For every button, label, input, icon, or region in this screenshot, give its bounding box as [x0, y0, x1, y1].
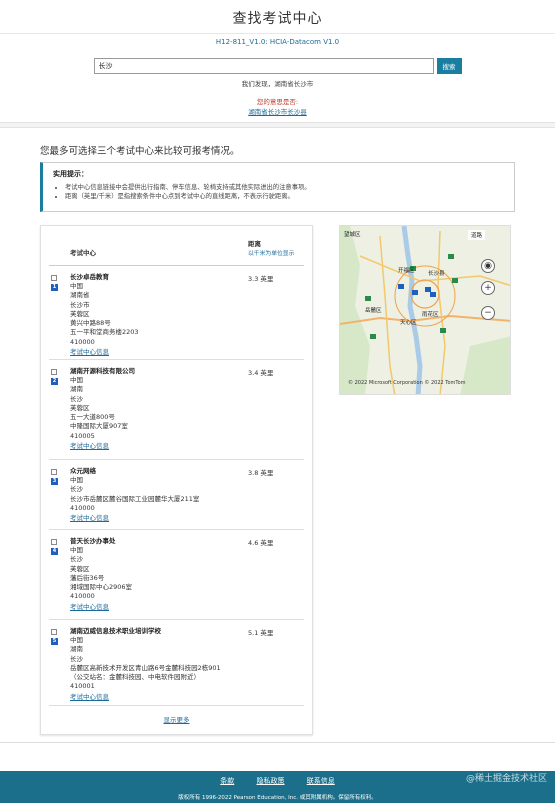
- address-line: 湘域国际中心2906室: [70, 583, 133, 592]
- center-distance: 3.3 英里: [248, 275, 274, 283]
- address-line: 长沙市岳麓区麓谷国际工业园麓华大厦211室: [70, 494, 200, 503]
- address-line: 长沙市: [70, 300, 90, 309]
- address-line: （公交站名：金麓科技园、中电软件园附近）: [70, 673, 200, 682]
- address-line: 湖南: [70, 645, 83, 654]
- page-header: 查找考试中心: [0, 0, 555, 34]
- address-line: 410001: [70, 682, 95, 691]
- address-line: 长沙: [70, 654, 83, 663]
- center-info-link[interactable]: 考试中心信息: [70, 692, 242, 702]
- address-line: 湖南: [70, 385, 83, 394]
- address-line: 长沙: [70, 555, 83, 564]
- center-row: 5 湖南迈威信息技术职业培训学校 中国 湖南 长沙 岳麓区高新技术开发区青山路6…: [49, 620, 304, 706]
- center-info-link[interactable]: 考试中心信息: [70, 513, 242, 523]
- detected-location: 我们发现，湖南省长沙市: [241, 80, 314, 88]
- footer-link-contact[interactable]: 联系信息: [307, 777, 335, 785]
- search-input[interactable]: [93, 58, 434, 74]
- footer-link-terms[interactable]: 条款: [220, 777, 234, 785]
- zoom-out-button[interactable]: −: [481, 306, 495, 320]
- map-marker-icon: 3: [51, 478, 58, 485]
- compare-checkbox[interactable]: [51, 369, 57, 375]
- address-line: 岳麓区高新技术开发区青山路6号金麓科技园2栋901: [70, 663, 221, 672]
- map-copyright: © 2022 Microsoft Corporation © 2022 TomT…: [348, 380, 466, 386]
- address-line: 410005: [70, 431, 95, 440]
- address-line: 芙蓉区: [70, 309, 90, 318]
- compare-checkbox[interactable]: [51, 629, 57, 635]
- map-marker-icon: 4: [51, 548, 58, 555]
- address-line: 中国: [70, 282, 83, 290]
- tips-title: 实用提示：: [53, 170, 88, 178]
- address-line: 长沙: [70, 485, 83, 494]
- center-name: 长沙卓岳教育: [70, 273, 109, 281]
- zoom-in-button[interactable]: +: [481, 281, 495, 295]
- center-info-link[interactable]: 考试中心信息: [70, 441, 242, 451]
- search-area: 搜索 我们发现，湖南省长沙市 您的意思是否: 湖南省长沙市长沙县: [0, 58, 555, 116]
- column-header-center: 考试中心: [70, 249, 96, 257]
- did-you-mean-link[interactable]: 湖南省长沙市长沙县: [0, 106, 555, 116]
- footer-link-privacy[interactable]: 隐私政策: [257, 777, 285, 785]
- center-row: 2 湖南开源科技有限公司 中国 湖南 长沙 芙蓉区 五一大道800号 中隆国际大…: [49, 360, 304, 460]
- map-district-label: 岳麓区: [365, 308, 382, 314]
- tips-box: 实用提示： 考试中心信息链接中会提供出行指南、停车信息、轮椅支持或其他实际进出的…: [40, 162, 515, 212]
- compare-checkbox[interactable]: [51, 539, 57, 545]
- search-button[interactable]: 搜索: [436, 58, 462, 74]
- section-divider: [0, 122, 555, 128]
- address-line: 五一平和堂商务楼2203: [70, 328, 139, 337]
- center-name: 众元网络: [70, 467, 96, 475]
- address-line: 中隆国际大厦907室: [70, 422, 128, 431]
- compare-checkbox[interactable]: [51, 469, 57, 475]
- center-row: 3 众元网络 中国 长沙 长沙市岳麓区麓谷国际工业园麓华大厦211室 41000…: [49, 460, 304, 530]
- compare-note: 您最多可选择三个考试中心来比较可报考情况。: [40, 146, 240, 157]
- map-marker-icon: 2: [51, 378, 58, 385]
- address-line: 410000: [70, 592, 95, 601]
- center-info-link[interactable]: 考试中心信息: [70, 602, 242, 612]
- map-district-label: 望城区: [344, 232, 361, 238]
- address-line: 中国: [70, 376, 83, 384]
- show-more-link[interactable]: 显示更多: [41, 714, 312, 724]
- address-line: 湖南省: [70, 291, 90, 300]
- center-name: 普天长沙办事处: [70, 537, 116, 545]
- compare-checkbox[interactable]: [51, 275, 57, 281]
- center-name: 湖南开源科技有限公司: [70, 367, 135, 375]
- map-panel[interactable]: 望城区 道路 开福区 长沙县 岳麓区 雨花区 天心区 ◉ + − © 2022 …: [339, 225, 511, 395]
- road-view-button[interactable]: 道路: [468, 230, 486, 240]
- address-line: 芙蓉区: [70, 403, 90, 412]
- address-line: 中国: [70, 546, 83, 554]
- center-name: 湖南迈威信息技术职业培训学校: [70, 627, 161, 635]
- center-row: 4 普天长沙办事处 中国 长沙 芙蓉区 藩后街36号 湘域国际中心2906室 4…: [49, 530, 304, 620]
- address-line: 藩后街36号: [70, 573, 105, 582]
- column-header-distance: 距离: [248, 240, 261, 248]
- map-marker-icon: 5: [51, 638, 58, 645]
- results-header: 考试中心 距离 以千米为单位显示: [49, 226, 304, 266]
- unit-toggle-link[interactable]: 以千米为单位显示: [248, 248, 294, 257]
- tips-list: 考试中心信息链接中会提供出行指南、停车信息、轮椅支持或其他实际进出的注意事项。 …: [53, 183, 504, 201]
- locate-icon[interactable]: ◉: [481, 259, 495, 273]
- footer-copyright: 版权所有 1996-2022 Pearson Education, Inc. 或…: [178, 795, 377, 801]
- center-info-link[interactable]: 考试中心信息: [70, 347, 242, 357]
- tip-item: 距离（英里/千米）是指搜索条件中心点到考试中心的直线距离，不表示行驶距离。: [65, 192, 504, 201]
- address-line: 410000: [70, 337, 95, 346]
- did-you-mean-label: 您的意思是否:: [256, 98, 299, 106]
- center-distance: 5.1 英里: [248, 629, 274, 637]
- map-marker-icon: 1: [51, 284, 58, 291]
- footer-divider: [0, 742, 555, 743]
- center-distance: 3.4 英里: [248, 369, 274, 377]
- map-district-label: 天心区: [400, 320, 417, 326]
- watermark: @稀土掘金技术社区: [465, 774, 547, 784]
- address-line: 长沙: [70, 394, 83, 403]
- address-line: 中国: [70, 636, 83, 644]
- center-distance: 4.6 英里: [248, 539, 274, 547]
- exam-code: H12-811_V1.0: HCIA-Datacom V1.0: [215, 38, 340, 46]
- map-district-label: 雨花区: [422, 312, 439, 318]
- map-district-label: 长沙县: [428, 271, 445, 277]
- address-line: 410000: [70, 503, 95, 512]
- address-line: 芙蓉区: [70, 564, 90, 573]
- page-title: 查找考试中心: [232, 11, 323, 27]
- address-line: 中国: [70, 476, 83, 484]
- center-row: 1 长沙卓岳教育 中国 湖南省 长沙市 芙蓉区 黄兴中路88号 五一平和堂商务楼…: [49, 266, 304, 360]
- map-district-label: 开福区: [398, 268, 415, 274]
- results-panel: 考试中心 距离 以千米为单位显示 1 长沙卓岳教育 中国 湖南省 长沙市 芙蓉区…: [40, 225, 313, 735]
- tip-item: 考试中心信息链接中会提供出行指南、停车信息、轮椅支持或其他实际进出的注意事项。: [65, 183, 504, 192]
- center-distance: 3.8 英里: [248, 469, 274, 477]
